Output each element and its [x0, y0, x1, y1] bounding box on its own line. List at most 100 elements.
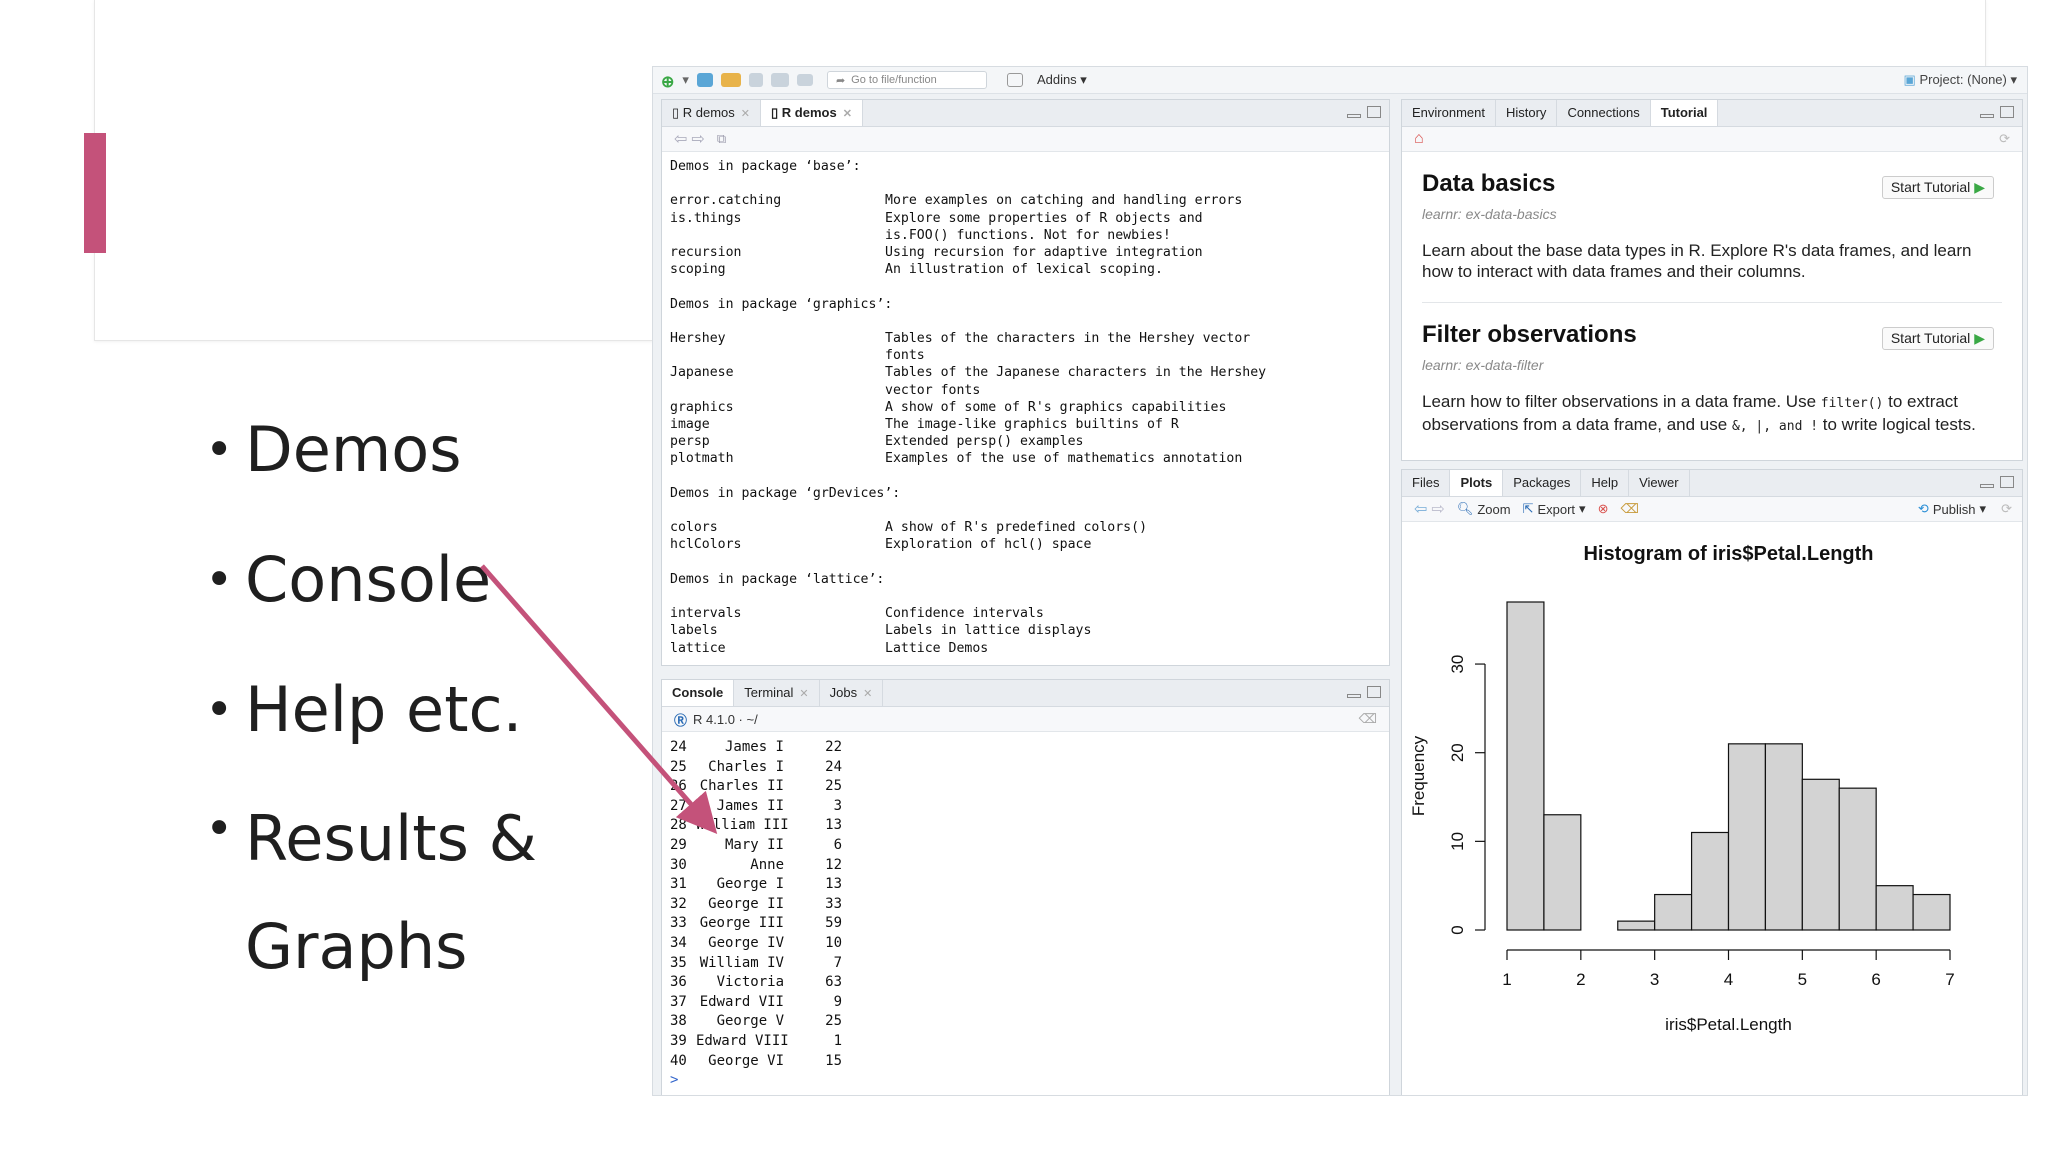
- refresh-icon[interactable]: ⟳: [1999, 131, 2010, 147]
- histogram-chart: Histogram of iris$Petal.Length 1 2 3 4 5 6 7 0 10…: [1409, 543, 1955, 1034]
- files-tabs: Files Plots Packages Help Viewer: [1402, 470, 2022, 497]
- close-icon[interactable]: ✕: [863, 688, 872, 700]
- minimize-icon[interactable]: [1980, 484, 1994, 488]
- tab-environment[interactable]: Environment: [1402, 100, 1496, 126]
- demo-description: Tables of the Japanese characters in the…: [885, 365, 1267, 398]
- project-menu[interactable]: ▣ Project: (None) ▾: [1904, 72, 2017, 88]
- forward-arrow-icon[interactable]: ⇨: [691, 129, 704, 149]
- y-tick-label: 30: [1448, 655, 1467, 674]
- minimize-icon[interactable]: [1980, 114, 1994, 118]
- save-all-icon[interactable]: [770, 73, 789, 87]
- demo-row: Japanese Tables of the Japanese character…: [670, 364, 1381, 398]
- console-row: 29 Mary II 6: [670, 836, 1381, 856]
- refresh-icon[interactable]: ⟳: [2001, 501, 2012, 517]
- minimize-icon[interactable]: [1347, 114, 1361, 118]
- y-tick-label: 20: [1448, 743, 1467, 762]
- x-tick-label: 1: [1502, 970, 1511, 989]
- publish-button[interactable]: ⟲ Publish ▾: [1918, 501, 1986, 517]
- minimize-icon[interactable]: [1347, 694, 1361, 698]
- demo-row: lattice Lattice Demos: [670, 640, 1381, 657]
- console-row: 30 Anne 12: [670, 856, 1381, 876]
- layout-grid-icon[interactable]: [1006, 73, 1023, 87]
- broom-icon[interactable]: ⌫: [1359, 711, 1377, 727]
- tab-jobs[interactable]: Jobs ✕: [820, 680, 884, 706]
- console-row: 37 Edward VII 9: [670, 993, 1381, 1013]
- console-row: 25 Charles I 24: [670, 758, 1381, 778]
- demo-name: is.things: [670, 210, 742, 226]
- tab-terminal[interactable]: Terminal ✕: [734, 680, 820, 706]
- row-name: Charles II: [699, 778, 784, 795]
- zoom-button[interactable]: 🔍︎ Zoom: [1457, 501, 1511, 517]
- tab-r-demos-2[interactable]: ▯ R demos ✕: [761, 100, 863, 126]
- console-row: 33 George III 59: [670, 914, 1381, 934]
- tab-files[interactable]: Files: [1402, 470, 1451, 496]
- demo-row: hclColors Exploration of hcl() space: [670, 536, 1381, 553]
- play-icon: ▶: [1974, 179, 1985, 195]
- home-icon[interactable]: ⌂: [1414, 130, 1424, 148]
- tab-help[interactable]: Help: [1581, 470, 1630, 496]
- tab-console[interactable]: Console: [662, 680, 735, 706]
- new-project-icon[interactable]: [696, 73, 713, 87]
- row-index: 26: [670, 778, 687, 795]
- addins-menu[interactable]: Addins ▾: [1037, 72, 1087, 88]
- plots-pane: Files Plots Packages Help Viewer ⇦ ⇨ 🔍︎ Z…: [1401, 469, 2023, 1095]
- maximize-icon[interactable]: [1367, 686, 1381, 698]
- chart-title: Histogram of iris$Petal.Length: [1583, 543, 1873, 565]
- demo-name: error.catching: [670, 193, 782, 209]
- row-index: 32: [670, 895, 687, 912]
- back-arrow-icon[interactable]: ⇦: [1414, 499, 1427, 519]
- maximize-icon[interactable]: [2000, 106, 2014, 118]
- row-index: 38: [670, 1013, 687, 1030]
- console-row: 39 Edward VIII 1: [670, 1032, 1381, 1052]
- tab-plots[interactable]: Plots: [1450, 470, 1504, 496]
- row-value: 9: [833, 993, 842, 1010]
- maximize-icon[interactable]: [1367, 106, 1381, 118]
- demo-row: colors A show of R's predefined colors(): [670, 519, 1381, 536]
- forward-arrow-icon[interactable]: ⇨: [1431, 499, 1444, 519]
- console-subbar: Ⓡ R 4.1.0 · ~/ ⌫: [662, 707, 1389, 732]
- open-file-icon[interactable]: [720, 73, 741, 87]
- console-output[interactable]: 24 James I 22 25 Charles I 24 26 Charles II 25 27…: [670, 738, 1381, 1095]
- env-tabs: Environment History Connections Tutorial: [1402, 100, 2022, 127]
- tab-history[interactable]: History: [1496, 100, 1558, 126]
- popout-icon[interactable]: ⧉: [717, 131, 726, 147]
- back-arrow-icon[interactable]: ⇦: [674, 129, 687, 149]
- export-button[interactable]: ⇱ Export ▾: [1523, 501, 1586, 517]
- row-value: 24: [825, 758, 842, 775]
- row-value: 59: [825, 915, 842, 932]
- histogram-bar: [1654, 893, 1693, 931]
- tab-r-demos-1[interactable]: ▯ R demos ✕: [662, 100, 762, 126]
- close-icon[interactable]: ✕: [741, 108, 750, 120]
- row-value: 25: [825, 1013, 842, 1030]
- demo-row: Hershey Tables of the characters in the H…: [670, 330, 1381, 364]
- close-icon[interactable]: ✕: [799, 688, 808, 700]
- tab-connections[interactable]: Connections: [1557, 100, 1651, 126]
- goto-file-input[interactable]: ➦ Go to file/function: [826, 71, 987, 89]
- new-file-icon[interactable]: ⊕: [661, 72, 674, 91]
- tab-packages[interactable]: Packages: [1503, 470, 1582, 496]
- close-icon[interactable]: ✕: [843, 108, 852, 120]
- demo-description: Labels in lattice displays: [885, 623, 1092, 639]
- row-name: Edward VII: [699, 993, 784, 1010]
- remove-plot-icon[interactable]: ⊗: [1598, 501, 1609, 517]
- x-tick-label: 6: [1871, 970, 1880, 989]
- start-tutorial-button[interactable]: Start Tutorial ▶: [1881, 327, 1994, 350]
- tab-viewer[interactable]: Viewer: [1629, 470, 1690, 496]
- row-name: Victoria: [716, 974, 784, 991]
- project-label: Project: (None): [1919, 72, 2007, 87]
- start-tutorial-button[interactable]: Start Tutorial ▶: [1881, 176, 1994, 199]
- row-name: George V: [716, 1013, 784, 1030]
- demo-name: hclColors: [670, 537, 742, 553]
- maximize-icon[interactable]: [2000, 476, 2014, 488]
- tab-tutorial[interactable]: Tutorial: [1650, 100, 1719, 126]
- source-subtoolbar: ⇦ ⇨ ⧉: [662, 127, 1389, 152]
- console-prompt[interactable]: >: [670, 1071, 1381, 1091]
- row-name: William IV: [699, 954, 784, 971]
- print-icon[interactable]: [796, 74, 813, 86]
- broom-icon[interactable]: ⌫: [1620, 501, 1638, 517]
- zoom-label: Zoom: [1477, 501, 1511, 517]
- chevron-down-icon[interactable]: ▾: [682, 72, 689, 88]
- tutorial-package: learnr: ex-data-basics: [1422, 206, 1557, 222]
- save-icon[interactable]: [748, 73, 763, 87]
